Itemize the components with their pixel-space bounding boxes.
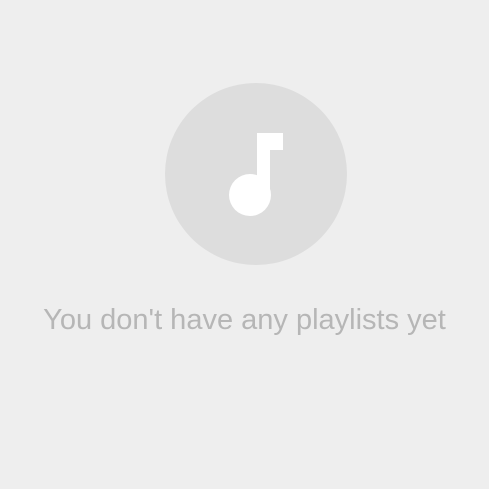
playlists-screen: You don't have any playlists yet — [0, 0, 489, 489]
empty-state-illustration — [165, 83, 347, 265]
empty-state: You don't have any playlists yet — [0, 0, 489, 489]
empty-state-message: You don't have any playlists yet — [43, 304, 446, 336]
music-note-icon — [229, 133, 283, 216]
